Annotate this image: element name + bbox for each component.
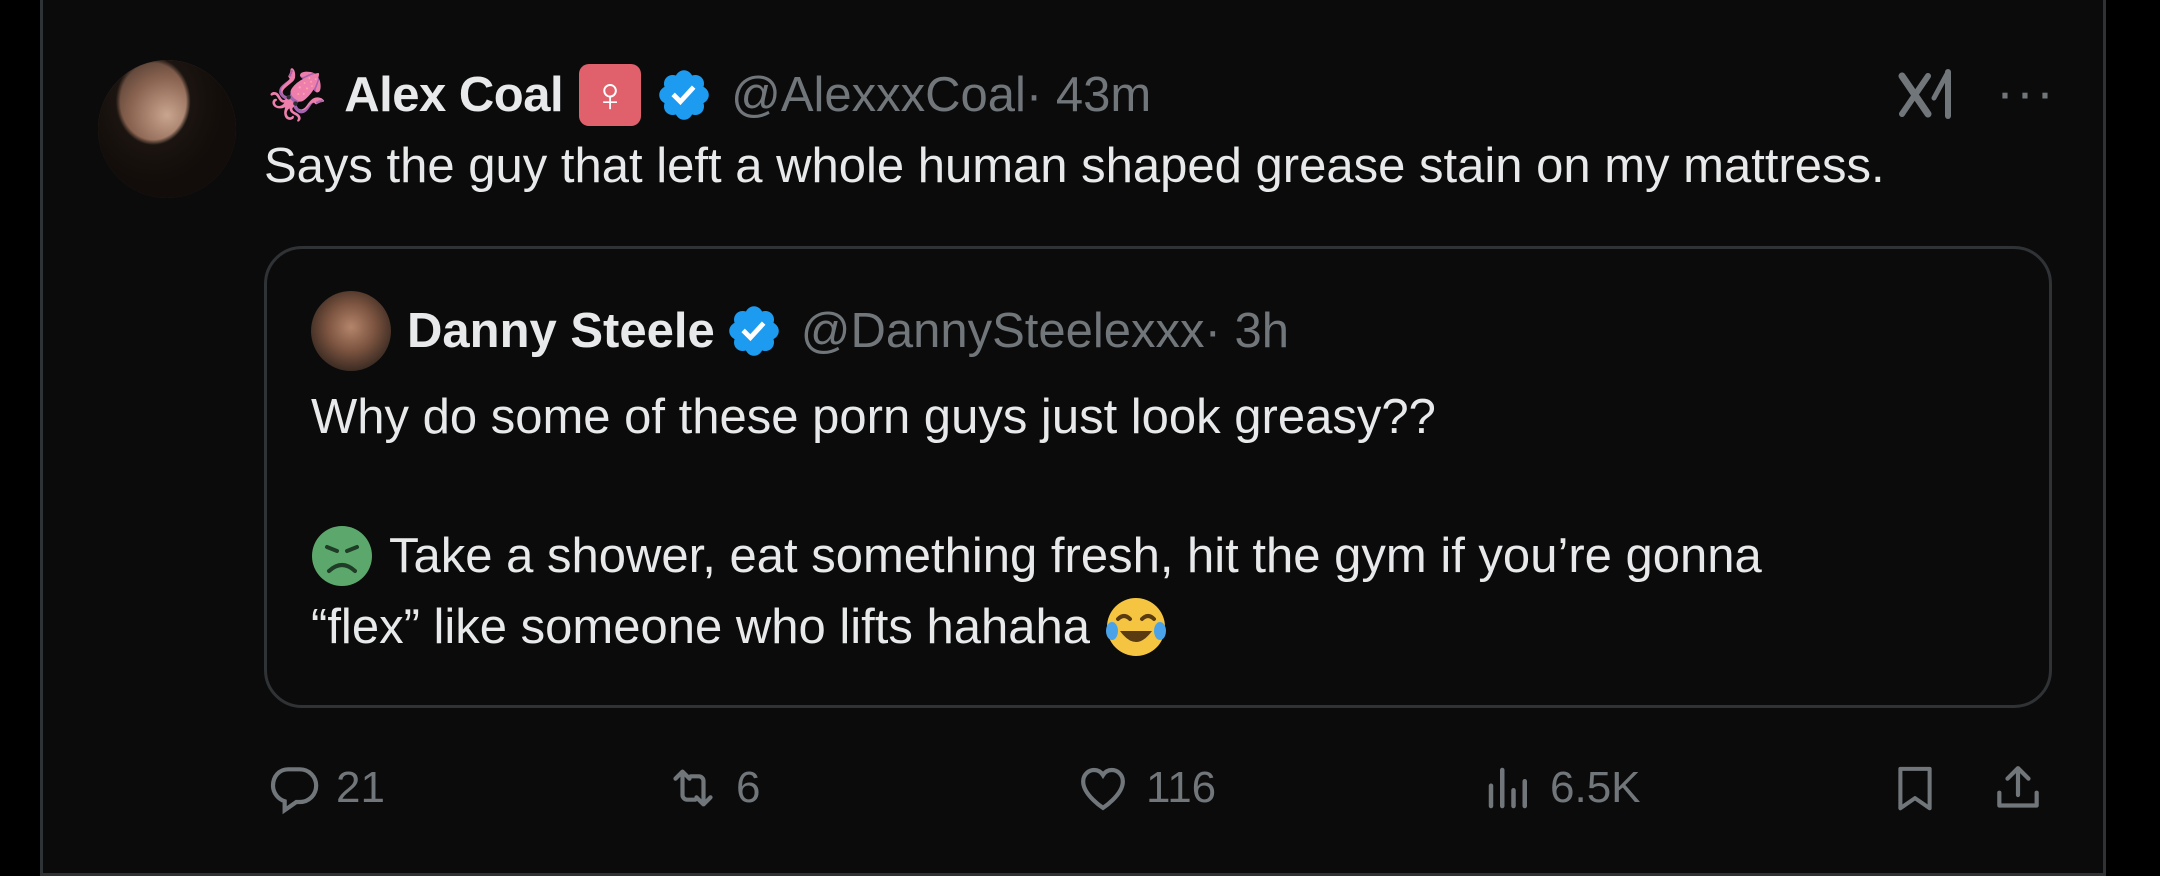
share-button[interactable] (1990, 760, 2060, 816)
share-icon (1997, 766, 2039, 808)
views-button[interactable]: 6.5K (1482, 760, 1641, 816)
reply-icon (270, 767, 319, 815)
grok-icon[interactable] (1898, 66, 1960, 124)
more-icon[interactable]: ··· (1996, 65, 2056, 119)
nauseated-face-icon (312, 526, 372, 586)
quoted-tweet-header: Danny Steele @DannySteelexxx · 3h (407, 299, 1289, 363)
like-button[interactable]: 116 (1074, 760, 1216, 816)
bookmark-button[interactable] (1888, 760, 1956, 816)
reply-button[interactable]: 21 (266, 760, 385, 816)
tweet-time[interactable]: · 43m (1026, 67, 1151, 123)
like-icon (1081, 767, 1125, 811)
quoted-author-name[interactable]: Danny Steele (407, 303, 715, 359)
quoted-tweet-line: “flex” like someone who lifts hahaha (311, 595, 1168, 659)
female-sign-icon: ♀ (579, 64, 642, 126)
views-count: 6.5K (1550, 763, 1641, 812)
quoted-author-handle[interactable]: @DannySteelexxx (801, 303, 1205, 359)
views-icon (1488, 767, 1527, 809)
repost-count: 6 (736, 763, 761, 812)
verified-icon (728, 306, 779, 356)
action-bar: 21 6 116 6.5K (0, 760, 2160, 824)
quoted-tweet-text: Take a shower, eat something fresh, hit … (389, 529, 1762, 583)
repost-icon (673, 769, 713, 807)
reply-count: 21 (336, 763, 385, 812)
quoted-tweet-text: “flex” like someone who lifts hahaha (311, 600, 1090, 654)
quoted-tweet-time[interactable]: · 3h (1205, 303, 1289, 359)
tweet-header: 🦑 Alex Coal ♀ @AlexxxCoal · 43m (266, 62, 1151, 128)
bookmark-icon (1898, 766, 1932, 811)
quoted-tweet-line: Why do some of these porn guys just look… (311, 390, 1436, 444)
author-avatar[interactable] (98, 60, 236, 198)
tears-of-joy-icon (1105, 598, 1166, 656)
squid-icon: 🦑 (266, 67, 329, 123)
like-count: 116 (1146, 763, 1217, 812)
quoted-tweet-line: Take a shower, eat something fresh, hit … (311, 525, 1762, 587)
quoted-author-avatar[interactable] (311, 291, 391, 371)
author-name[interactable]: Alex Coal (344, 67, 563, 123)
quoted-tweet[interactable]: Danny Steele @DannySteelexxx · 3h Why do… (264, 246, 2052, 708)
tweet-text: Says the guy that left a whole human sha… (264, 139, 1885, 193)
verified-icon (659, 70, 709, 120)
repost-button[interactable]: 6 (664, 760, 760, 816)
author-handle[interactable]: @AlexxxCoal (731, 67, 1026, 123)
